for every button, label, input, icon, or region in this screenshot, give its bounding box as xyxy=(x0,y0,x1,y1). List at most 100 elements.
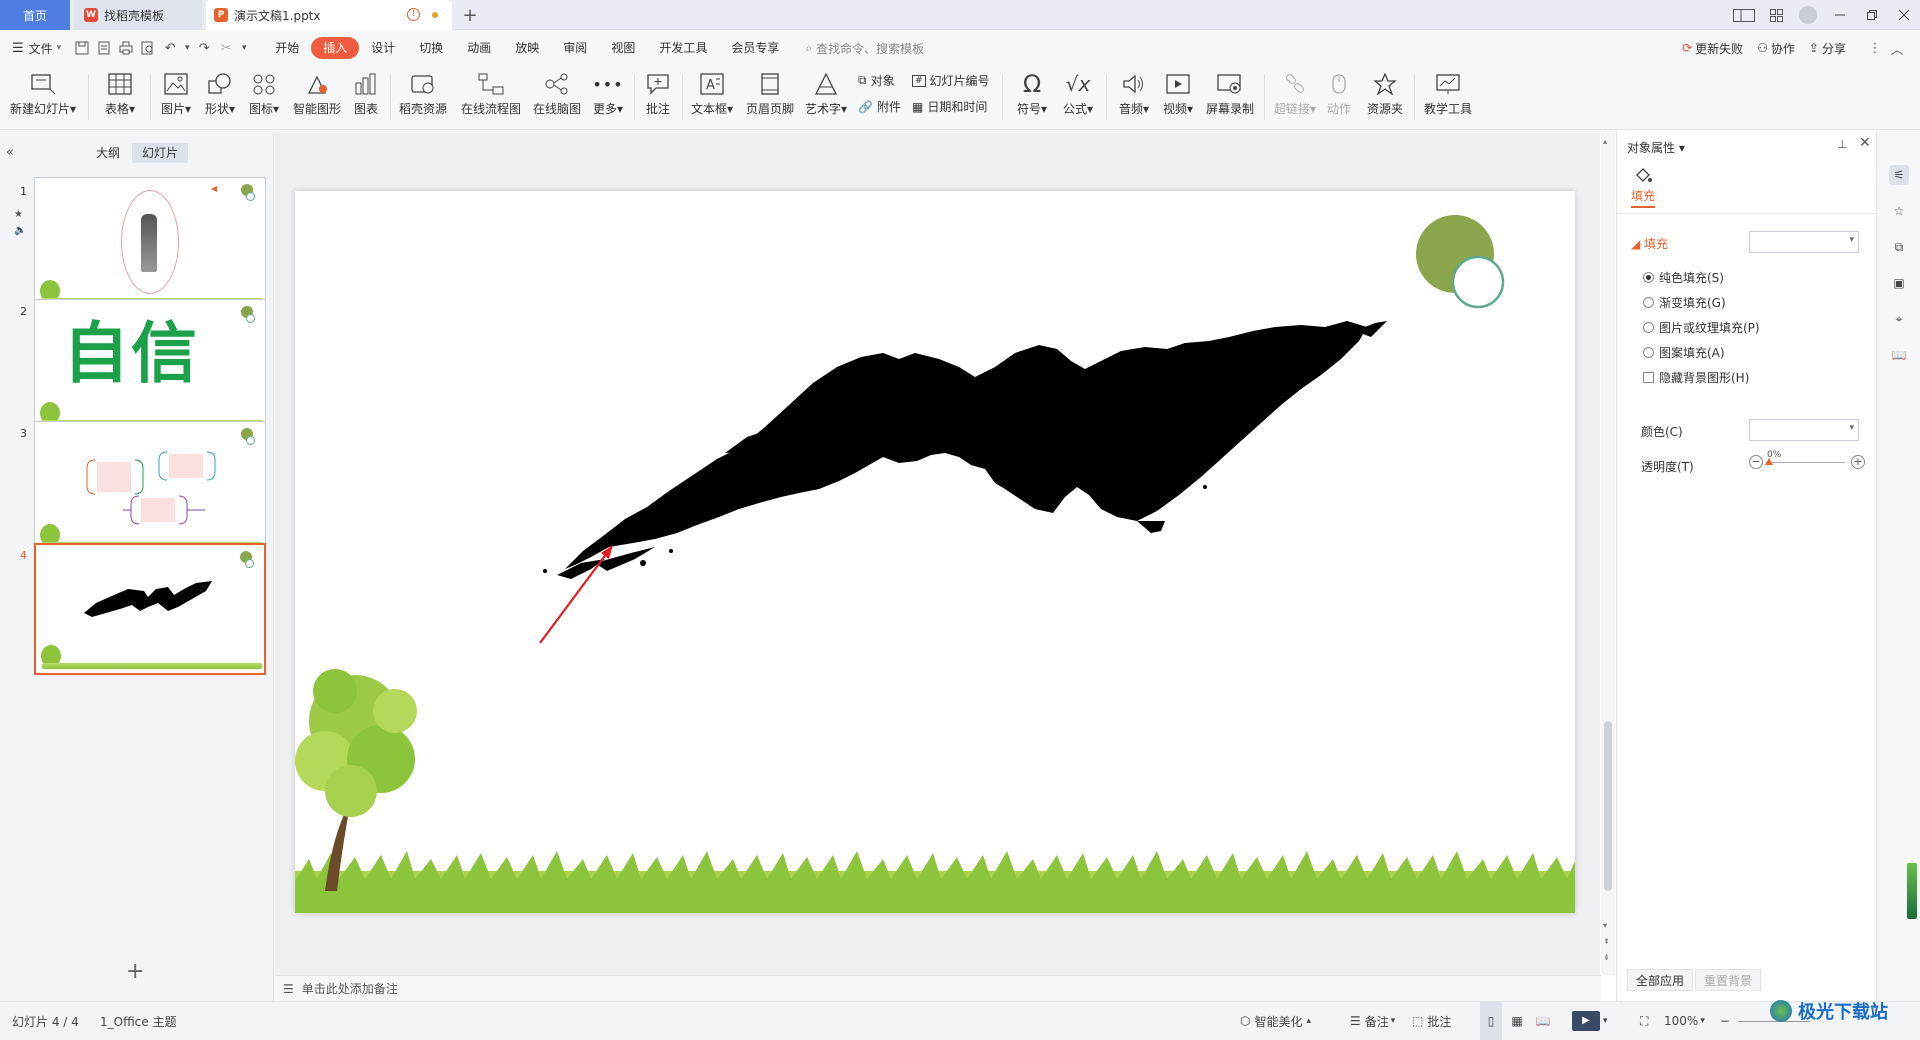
layout-icon[interactable] xyxy=(1728,0,1760,30)
menu-item-8[interactable]: 开发工具 xyxy=(647,37,719,59)
symbol-button[interactable]: Ω 符号▾ xyxy=(1008,68,1056,126)
fill-tab[interactable]: 填充 xyxy=(1631,165,1656,208)
icon-button[interactable]: 图标▾ xyxy=(244,68,284,126)
radio-picture-fill[interactable]: 图片或纹理填充(P) xyxy=(1643,319,1760,336)
online-flowchart-button[interactable]: 在线流程图 xyxy=(458,68,524,126)
restore-icon[interactable] xyxy=(1856,0,1888,30)
transparency-decrease-icon[interactable]: − xyxy=(1749,455,1763,469)
transparency-increase-icon[interactable]: + xyxy=(1851,455,1865,469)
notes-toggle-button[interactable]: ☰ 备注 ▾ xyxy=(1350,1002,1395,1040)
tab-slides[interactable]: 幻灯片 xyxy=(132,143,189,163)
resource-folder-button[interactable]: 资源夹 xyxy=(1362,68,1408,126)
menu-item-6[interactable]: 审阅 xyxy=(551,37,599,59)
comment-button[interactable]: 批注 xyxy=(640,68,676,126)
chart-button[interactable]: 图表 xyxy=(348,68,384,126)
new-tab-button[interactable]: + xyxy=(458,0,482,30)
collaborate-button[interactable]: ⚇ 协作 xyxy=(1757,40,1795,57)
comments-toggle-button[interactable]: ⬚ 批注 xyxy=(1412,1002,1451,1040)
file-menu[interactable]: ☰ 文件 ▾ xyxy=(0,40,61,57)
picture-button[interactable]: 图片▾ xyxy=(156,68,196,126)
close-window-icon[interactable] xyxy=(1888,0,1920,30)
hyperlink-button[interactable]: 超链接▾ xyxy=(1270,68,1320,126)
menu-item-1[interactable]: 插入 xyxy=(311,37,360,59)
pin-panel-icon[interactable]: ⊥ xyxy=(1837,137,1847,151)
action-button[interactable]: 动作 xyxy=(1320,68,1358,126)
animation-icon[interactable]: ☆ xyxy=(1889,201,1909,221)
formula-button[interactable]: √x 公式▾ xyxy=(1054,68,1102,126)
tab-docer-templates[interactable]: W 找稻壳模板 xyxy=(74,0,202,30)
tab-outline[interactable]: 大纲 xyxy=(86,143,130,163)
header-footer-button[interactable]: 页眉页脚 xyxy=(744,68,796,126)
undo-dropdown-icon[interactable]: ▾ xyxy=(181,37,193,59)
object-button[interactable]: ⧉ 对象 xyxy=(858,72,895,89)
radio-solid-fill[interactable]: 纯色填充(S) xyxy=(1643,269,1724,286)
slide-sorter-icon[interactable]: ▦ xyxy=(1506,1002,1528,1040)
smart-beautify-button[interactable]: ⬡ 智能美化 ▴ xyxy=(1240,1002,1311,1040)
attachment-button[interactable]: 🔗 附件 xyxy=(858,98,901,115)
prev-slide-icon[interactable]: ⇞ xyxy=(1603,937,1610,946)
canvas-vertical-scrollbar[interactable]: ▴ ▾ ⇞ ⇟ xyxy=(1601,131,1615,975)
tab-home[interactable]: 首页 xyxy=(0,0,70,30)
slide-number-button[interactable]: # 幻灯片编号 xyxy=(912,72,990,89)
add-slide-button[interactable]: + xyxy=(126,959,144,984)
panel-title[interactable]: 对象属性 ▾ xyxy=(1627,139,1685,156)
command-search[interactable]: ⌕ 查找命令、搜索模板 xyxy=(805,40,924,57)
properties-icon[interactable]: ⚟ xyxy=(1889,165,1909,185)
print-preview-icon[interactable] xyxy=(137,37,159,59)
new-slide-button[interactable]: 新建幻灯片▾ xyxy=(8,68,78,126)
close-panel-icon[interactable]: ✕ xyxy=(1859,135,1871,151)
scroll-thumb[interactable] xyxy=(1604,721,1612,891)
shape-button[interactable]: 形状▾ xyxy=(200,68,240,126)
fill-type-dropdown[interactable] xyxy=(1749,231,1859,253)
minimize-icon[interactable] xyxy=(1824,0,1856,30)
menu-item-3[interactable]: 切换 xyxy=(407,37,455,59)
menu-item-9[interactable]: 会员专享 xyxy=(719,37,791,59)
docer-resource-button[interactable]: 稻壳资源 xyxy=(396,68,450,126)
theme-name[interactable]: 1_Office 主题 xyxy=(100,1002,176,1040)
video-button[interactable]: 视频▾ xyxy=(1154,68,1202,126)
slide-thumbnail-4[interactable] xyxy=(34,543,266,675)
format-painter-icon[interactable]: ✂ xyxy=(215,37,237,59)
collapse-ribbon-icon[interactable]: ︿ xyxy=(1886,37,1908,59)
scroll-up-icon[interactable]: ▴ xyxy=(1603,137,1607,146)
textbox-button[interactable]: A 文本框▾ xyxy=(688,68,736,126)
slide-thumbnail-1[interactable]: ◀ xyxy=(34,177,266,309)
book-icon[interactable]: 📖 xyxy=(1889,345,1909,365)
audio-button[interactable]: 音频▾ xyxy=(1110,68,1158,126)
picture-tools-icon[interactable]: ▣ xyxy=(1889,273,1909,293)
date-time-button[interactable]: ▦ 日期和时间 xyxy=(912,98,987,115)
user-avatar-icon[interactable] xyxy=(1792,0,1824,30)
quick-access-dropdown-icon[interactable]: ▾ xyxy=(237,37,251,59)
reading-view-icon[interactable]: 📖 xyxy=(1532,1002,1554,1040)
fit-window-icon[interactable]: ⛶ xyxy=(1640,1002,1648,1040)
smart-shape-button[interactable]: 智能图形 xyxy=(290,68,344,126)
menu-item-2[interactable]: 设计 xyxy=(359,37,407,59)
more-options-icon[interactable]: ⋮ xyxy=(1864,37,1886,59)
slide-thumbnail-2[interactable]: 自信 xyxy=(34,299,266,431)
transparency-slider[interactable] xyxy=(1767,462,1845,463)
more-button[interactable]: ••• 更多▾ xyxy=(588,68,628,126)
menu-item-5[interactable]: 放映 xyxy=(503,37,551,59)
zoom-level[interactable]: 100% ▾ xyxy=(1664,1002,1705,1040)
location-icon[interactable]: ⌖ xyxy=(1889,309,1909,329)
scroll-down-icon[interactable]: ▾ xyxy=(1603,921,1607,930)
radio-gradient-fill[interactable]: 渐变填充(G) xyxy=(1643,294,1726,311)
hide-background-checkbox[interactable]: 隐藏背景图形(H) xyxy=(1643,369,1749,386)
update-failed-button[interactable]: ⟳ 更新失败 xyxy=(1682,40,1743,57)
apply-all-button[interactable]: 全部应用 xyxy=(1627,969,1694,991)
slideshow-button[interactable]: ▶ ▾ xyxy=(1572,1002,1608,1040)
menu-item-7[interactable]: 视图 xyxy=(599,37,647,59)
transparency-slider-thumb[interactable] xyxy=(1765,458,1773,465)
slide-thumbnail-3[interactable] xyxy=(34,421,266,553)
radio-pattern-fill[interactable]: 图案填充(A) xyxy=(1643,344,1725,361)
zoom-out-icon[interactable]: − xyxy=(1720,1002,1730,1040)
menu-item-0[interactable]: 开始 xyxy=(263,37,311,59)
export-pdf-icon[interactable] xyxy=(93,37,115,59)
fill-section-header[interactable]: ◢ 填充 xyxy=(1631,235,1668,252)
menu-item-4[interactable]: 动画 xyxy=(455,37,503,59)
share-button[interactable]: ⇪ 分享 xyxy=(1809,40,1846,57)
online-mindmap-button[interactable]: 在线脑图 xyxy=(530,68,584,126)
screen-record-button[interactable]: 屏幕录制 xyxy=(1202,68,1258,126)
slide-transition-icon[interactable]: ⧉ xyxy=(1889,237,1909,257)
next-slide-icon[interactable]: ⇟ xyxy=(1603,953,1610,962)
